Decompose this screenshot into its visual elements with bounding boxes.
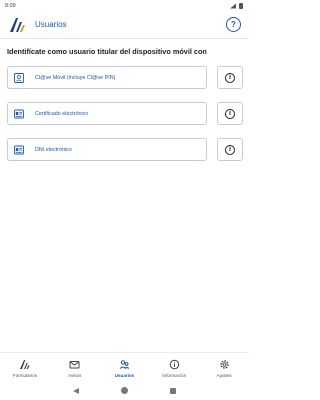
option-row-dni: DNI electrónico i — [7, 138, 243, 161]
status-bar: 8:09 — [0, 0, 249, 12]
bottom-navigation: Formularios Avisos Usuarios Información … — [0, 352, 249, 381]
option-label: Cl@ve Móvil (incluye Cl@ve PIN) — [35, 75, 116, 81]
option-row-clave: Cl@ve Móvil (incluye Cl@ve PIN) i — [7, 66, 243, 89]
dni-card-icon — [14, 145, 24, 155]
nav-item-usuarios[interactable]: Usuarios — [100, 353, 150, 381]
certificado-electronico-button[interactable]: Certificado electrónico — [7, 102, 207, 125]
recent-apps-icon[interactable] — [170, 387, 176, 394]
info-button-dni[interactable]: i — [217, 138, 243, 161]
nav-label: Usuarios — [114, 373, 135, 378]
info-icon: i — [225, 108, 235, 119]
signal-icon — [230, 3, 236, 9]
info-icon: i — [225, 72, 235, 83]
info-button-certificado[interactable]: i — [217, 102, 243, 125]
info-icon: i — [225, 144, 235, 155]
certificate-icon — [14, 109, 24, 119]
option-row-certificado: Certificado electrónico i — [7, 102, 243, 125]
dni-electronico-button[interactable]: DNI electrónico — [7, 138, 207, 161]
status-time: 8:09 — [5, 3, 16, 9]
option-label: DNI electrónico — [35, 147, 72, 153]
login-heading: Identifícate como usuario titular del di… — [7, 47, 207, 56]
nav-item-informacion[interactable]: Información — [149, 353, 199, 381]
option-label: Certificado electrónico — [35, 111, 89, 117]
aeat-logo-icon — [10, 18, 25, 32]
mail-icon — [69, 359, 80, 370]
app-bar: Usuarios ? — [0, 12, 249, 39]
id-card-icon — [14, 73, 24, 83]
info-button-clave[interactable]: i — [217, 66, 243, 89]
nav-label: Avisos — [67, 373, 82, 378]
info-icon — [169, 359, 180, 370]
help-button[interactable]: ? — [226, 17, 241, 32]
nav-item-ajustes[interactable]: Ajustes — [199, 353, 249, 381]
aeat-logo-icon — [19, 359, 30, 370]
nav-label: Formularios — [12, 373, 38, 378]
gear-icon — [219, 359, 230, 370]
page-title: Usuarios — [35, 20, 67, 29]
system-navigation-bar — [0, 381, 249, 400]
nav-item-formularios[interactable]: Formularios — [0, 353, 50, 381]
home-icon[interactable] — [121, 387, 128, 394]
clave-movil-button[interactable]: Cl@ve Móvil (incluye Cl@ve PIN) — [7, 66, 207, 89]
users-icon — [119, 359, 130, 370]
nav-item-avisos[interactable]: Avisos — [50, 353, 100, 381]
nav-label: Información — [162, 373, 187, 378]
back-icon[interactable] — [73, 387, 79, 394]
nav-label: Ajustes — [216, 373, 232, 378]
battery-icon — [239, 3, 243, 9]
status-icons — [230, 3, 243, 9]
